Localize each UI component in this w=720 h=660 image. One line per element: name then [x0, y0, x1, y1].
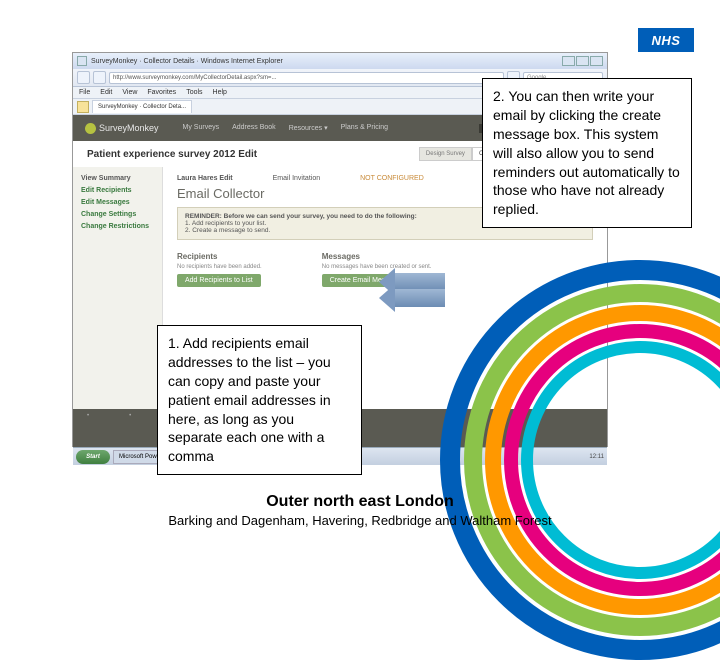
primary-nav: My Surveys Address Book Resources ▾ Plan… [183, 124, 389, 132]
window-titlebar: SurveyMonkey · Collector Details · Windo… [73, 53, 607, 69]
nhs-logo: NHS [638, 28, 694, 52]
footer-line-2: Barking and Dagenham, Havering, Redbridg… [0, 513, 720, 528]
from-name: Laura Hares Edit [177, 175, 233, 182]
browser-tab[interactable]: SurveyMonkey · Collector Deta... [92, 100, 192, 113]
recipients-column: Recipients No recipients have been added… [177, 252, 262, 287]
back-button[interactable] [77, 71, 90, 84]
collector-sidebar: View Summary Edit Recipients Edit Messag… [73, 167, 163, 409]
close-icon[interactable] [590, 56, 603, 66]
reminder-text: REMINDER: Before we can send your survey… [185, 213, 417, 220]
slide: NHS SurveyMonkey · Collector Details · W… [0, 0, 720, 540]
sidebar-edit-recipients[interactable]: Edit Recipients [81, 187, 154, 194]
maximize-icon[interactable] [576, 56, 589, 66]
sidebar-edit-messages[interactable]: Edit Messages [81, 199, 154, 206]
survey-title: Patient experience survey 2012 Edit [87, 149, 257, 160]
menu-favorites[interactable]: Favorites [147, 89, 176, 96]
menu-help[interactable]: Help [213, 89, 227, 96]
add-recipients-button[interactable]: Add Recipients to List [177, 274, 261, 287]
recipients-heading: Recipients [177, 252, 262, 261]
nav-resources[interactable]: Resources ▾ [289, 124, 328, 132]
nav-plans[interactable]: Plans & Pricing [341, 124, 388, 132]
sidebar-change-restrictions[interactable]: Change Restrictions [81, 223, 154, 230]
window-title: SurveyMonkey · Collector Details · Windo… [91, 58, 283, 65]
nav-address-book[interactable]: Address Book [232, 124, 276, 132]
rainbow-decoration [440, 260, 720, 660]
callout-step-2: 2. You can then write your email by clic… [482, 78, 692, 228]
menu-view[interactable]: View [122, 89, 137, 96]
logo-text: SurveyMonkey [99, 123, 159, 133]
messages-empty: No messages have been created or sent. [322, 264, 432, 270]
nav-my-surveys[interactable]: My Surveys [183, 124, 220, 132]
email-invitation-label: Email Invitation [273, 175, 320, 182]
menu-file[interactable]: File [79, 89, 90, 96]
favorites-icon[interactable] [77, 101, 89, 113]
sidebar-heading: View Summary [81, 175, 154, 182]
window-controls [562, 56, 603, 66]
footer-col: • [129, 413, 131, 419]
footer-col: • [87, 413, 89, 419]
start-button[interactable]: Start [76, 450, 110, 464]
surveymonkey-logo: SurveyMonkey [85, 123, 159, 134]
menu-tools[interactable]: Tools [186, 89, 202, 96]
callout-step-1: 1. Add recipients email addresses to the… [157, 325, 362, 475]
not-configured-label: NOT CONFIGURED [360, 175, 424, 182]
arrow-to-messages [395, 289, 445, 307]
footer-line-1: Outer north east London [0, 493, 720, 511]
page-icon [77, 56, 87, 66]
tab-design[interactable]: Design Survey [419, 147, 472, 161]
messages-heading: Messages [322, 252, 432, 261]
monkey-icon [85, 123, 96, 134]
recipients-empty: No recipients have been added. [177, 264, 262, 270]
menu-edit[interactable]: Edit [100, 89, 112, 96]
minimize-icon[interactable] [562, 56, 575, 66]
sidebar-change-settings[interactable]: Change Settings [81, 211, 154, 218]
slide-footer: Outer north east London Barking and Dage… [0, 493, 720, 528]
forward-button[interactable] [93, 71, 106, 84]
url-field[interactable]: http://www.surveymonkey.com/MyCollectorD… [109, 72, 504, 84]
